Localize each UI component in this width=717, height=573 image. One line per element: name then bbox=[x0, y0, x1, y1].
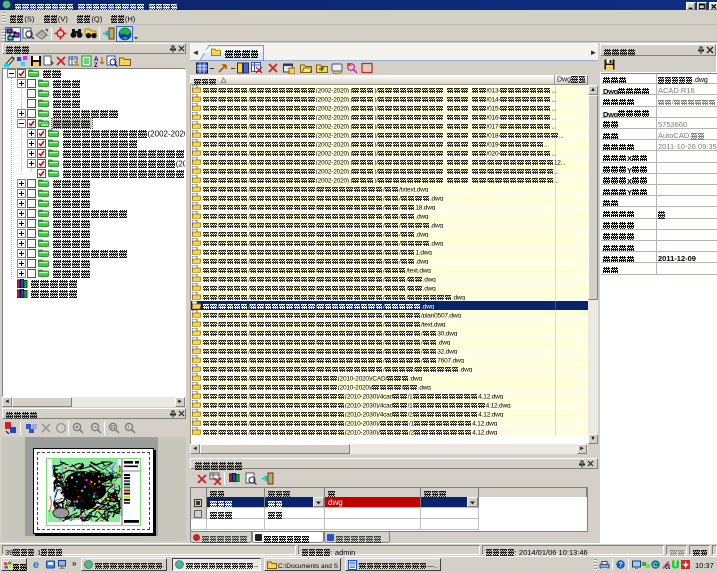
svg-text:?: ? bbox=[619, 562, 623, 569]
svg-text:1: 1 bbox=[127, 425, 130, 431]
svg-text:C: C bbox=[653, 562, 658, 569]
svg-text:Z: Z bbox=[94, 63, 98, 67]
